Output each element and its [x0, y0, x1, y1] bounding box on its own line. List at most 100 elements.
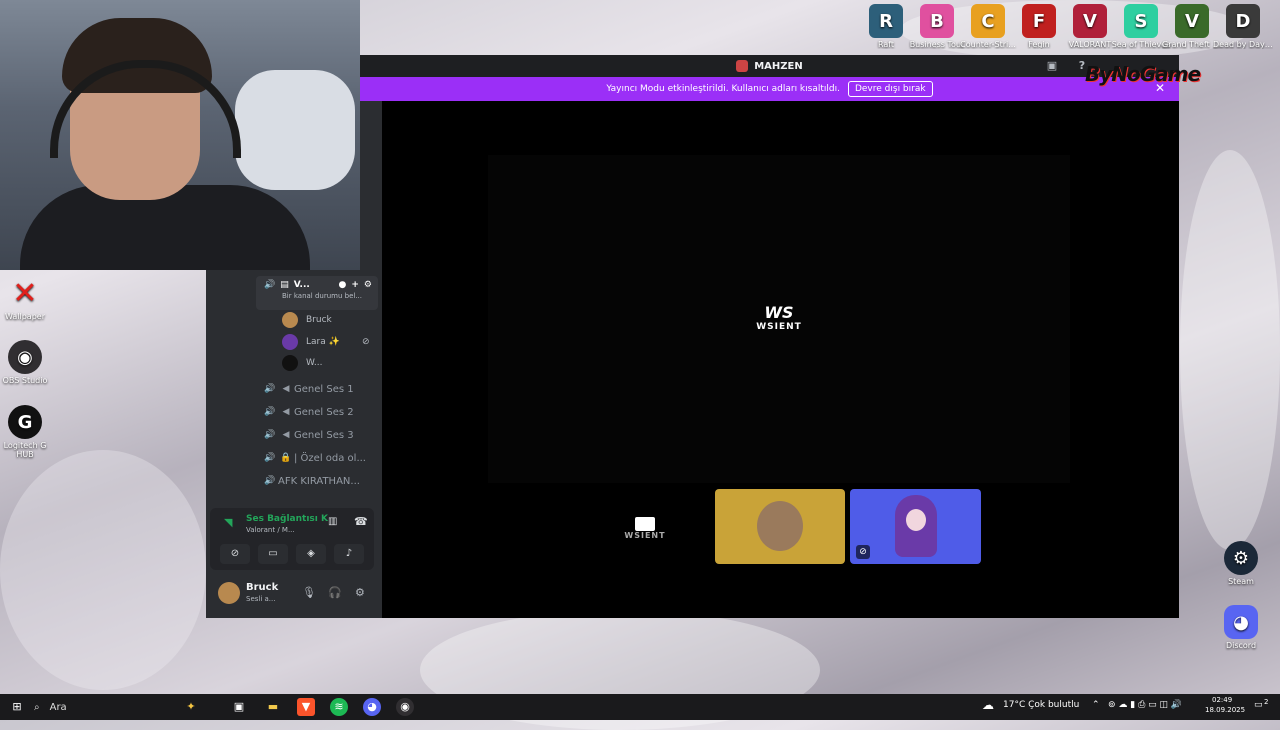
voice-user-name: Lara ✨ — [306, 337, 340, 347]
voice-user-w[interactable]: W... — [282, 354, 322, 372]
task-view-icon[interactable]: ▣ — [230, 698, 248, 716]
weather-icon[interactable]: ☁ — [982, 698, 994, 712]
copilot-icon[interactable]: ✦ — [182, 698, 200, 716]
user-status: Sesli a... — [246, 595, 276, 603]
search-icon: ⌕ — [34, 701, 40, 713]
steam-icon: ⚙ — [1224, 541, 1258, 575]
spotify-icon[interactable]: ≋ — [330, 698, 348, 716]
desktop-icon-logitech[interactable]: G Logitech G HUB — [0, 405, 55, 459]
channel-name: Genel Ses 3 — [294, 429, 354, 441]
desktop-icon-discord[interactable]: ◕ Discord — [1211, 605, 1271, 650]
disable-streamer-mode-button[interactable]: Devre dışı bırak — [847, 81, 933, 97]
window-title: MAHZEN — [754, 60, 803, 72]
activity-button[interactable]: ◈ — [296, 544, 326, 564]
banner-text: Yayıncı Modu etkinleştirildi. Kullanıcı … — [606, 84, 840, 94]
chevron-up-icon[interactable]: ⌃ — [1092, 700, 1100, 710]
channel-ozel-oda[interactable]: 🔊 🔒 | Özel oda ol... — [262, 448, 374, 468]
disconnect-icon[interactable]: ☎ — [354, 515, 368, 528]
desktop-icon-label: Discord — [1225, 641, 1257, 650]
gear-icon[interactable]: ⚙ — [364, 280, 372, 290]
clock-time[interactable]: 02:49 — [1212, 696, 1232, 704]
tile-logo-text: WSIENT — [624, 531, 666, 540]
weather-text[interactable]: 17°C Çok bulutlu — [1003, 700, 1079, 710]
soundboard-button[interactable]: ♪ — [334, 544, 364, 564]
voice-user-bruck[interactable]: Bruck — [282, 311, 332, 329]
channel-genel-ses-3[interactable]: 🔊 ◀ Genel Ses 3 — [262, 425, 374, 445]
voice-user-lara[interactable]: Lara ✨ ⊘ — [282, 333, 370, 351]
volume-icon: ◀ — [282, 407, 290, 417]
speaker-icon: 🔊 — [264, 407, 276, 417]
participant-tile-wsient[interactable]: WSIENT — [580, 489, 710, 564]
webcam-shirt — [20, 185, 310, 270]
brand-overlay: ByNoGame — [1085, 62, 1201, 86]
desktop-icon-label: Logitech G HUB — [3, 441, 47, 459]
desktop-icon-steam[interactable]: ⚙ Steam — [1211, 541, 1271, 586]
volume-icon: ◀ — [282, 384, 290, 394]
camera-off-button[interactable]: ⊘ — [220, 544, 250, 564]
voice-status[interactable]: Ses Bağlantısı K — [246, 514, 328, 524]
desktop-icon-label: Steam — [1228, 577, 1254, 586]
participant-tile-lara[interactable]: ⊘ — [850, 489, 981, 564]
counter-strike-icon: C — [971, 4, 1005, 38]
tray-icons[interactable]: ⊚ ☁ ▮ ⎙ ▭ ◫ 🔊 — [1108, 700, 1182, 710]
obs-icon: ◉ — [8, 340, 42, 374]
screen-share-button[interactable]: ▭ — [258, 544, 288, 564]
headphones-icon[interactable]: 🎧 — [328, 586, 342, 599]
stream-stage[interactable]: WS WSIENT — [488, 155, 1070, 483]
discord-icon[interactable]: ◕ — [363, 698, 381, 716]
channel-genel-ses-2[interactable]: 🔊 ◀ Genel Ses 2 — [262, 402, 374, 422]
clock-date[interactable]: 18.09.2025 — [1205, 706, 1245, 714]
wallpaper-swirl — [1180, 150, 1280, 550]
user-name[interactable]: Bruck — [246, 582, 278, 593]
participant-tile-bruck[interactable] — [715, 489, 845, 564]
channel-genel-ses-1[interactable]: 🔊 ◀ Genel Ses 1 — [262, 379, 374, 399]
channel-status[interactable]: Bir kanal durumu bel... — [256, 290, 378, 300]
valorant-icon: V — [1073, 4, 1107, 38]
desktop-icon-dead-by-daylight[interactable]: D Dead by Daylight — [1213, 4, 1273, 49]
brave-icon[interactable]: ▼ — [297, 698, 315, 716]
obs-icon[interactable]: ◉ — [396, 698, 414, 716]
channel-name: Genel Ses 1 — [294, 383, 354, 395]
inbox-icon[interactable]: ▣ — [1045, 59, 1059, 73]
desktop-icon-label: Dead by Daylight — [1213, 40, 1273, 49]
avatar-face — [906, 509, 926, 531]
signal-icon[interactable]: ◥ — [224, 516, 232, 529]
window-titlebar: MAHZEN ▣ ? — [360, 55, 1179, 77]
streamer-mode-banner: Yayıncı Modu etkinleştirildi. Kullanıcı … — [360, 77, 1179, 101]
ws-logo-mark: WS — [764, 303, 794, 322]
close-x-icon: ✕ — [12, 275, 38, 311]
channel-name: AFK KIRATHAN... — [278, 475, 360, 487]
gta-icon: V — [1175, 4, 1209, 38]
add-user-icon[interactable]: + — [351, 280, 359, 290]
gear-icon[interactable]: ⚙ — [355, 586, 365, 599]
deafen-icon: ⊘ — [362, 337, 370, 347]
deafen-icon: ⊘ — [856, 545, 870, 559]
noise-suppression-icon[interactable]: ▥ — [328, 516, 337, 527]
notification-icon[interactable]: ▭ — [1254, 700, 1263, 710]
file-explorer-icon[interactable]: ▬ — [264, 698, 282, 716]
chat-icon[interactable]: ● — [339, 280, 347, 290]
start-icon[interactable]: ⊞ — [8, 698, 26, 716]
microphone-icon[interactable]: 🎙 — [302, 586, 316, 599]
voice-channel-header[interactable]: 🔊 ▤ V... ● + ⚙ Bir kanal durumu bel... — [256, 276, 378, 310]
speaker-icon: 🔊 — [264, 476, 276, 486]
desktop-icon-wallpaper[interactable]: ✕ Wallpaper — [0, 275, 55, 322]
voice-user-name: Bruck — [306, 315, 332, 325]
channel-afk[interactable]: 🔊 AFK KIRATHAN... — [262, 471, 374, 491]
stream-logo: WS WSIENT — [488, 303, 1070, 332]
channel-sidebar: 🔊 ▤ V... ● + ⚙ Bir kanal durumu bel... B… — [206, 270, 378, 618]
business-tour-icon: B — [920, 4, 954, 38]
fegin-icon: F — [1022, 4, 1056, 38]
desktop-icon-obs[interactable]: ◉ OBS Studio — [0, 340, 55, 385]
voice-connection-panel: ◥ Ses Bağlantısı K Valorant / M... ▥ ☎ ⊘… — [210, 508, 374, 570]
notification-count: 2 — [1264, 698, 1269, 706]
desktop-icon-label: OBS Studio — [2, 376, 48, 385]
speaker-icon: 🔊 — [264, 430, 276, 440]
channel-name: Genel Ses 2 — [294, 406, 354, 418]
avatar — [282, 355, 298, 371]
avatar[interactable] — [218, 582, 240, 604]
discord-icon: ◕ — [1224, 605, 1258, 639]
voice-location[interactable]: Valorant / M... — [246, 526, 295, 534]
voice-user-name: W... — [306, 358, 323, 368]
wallpaper-swirl — [0, 450, 206, 690]
